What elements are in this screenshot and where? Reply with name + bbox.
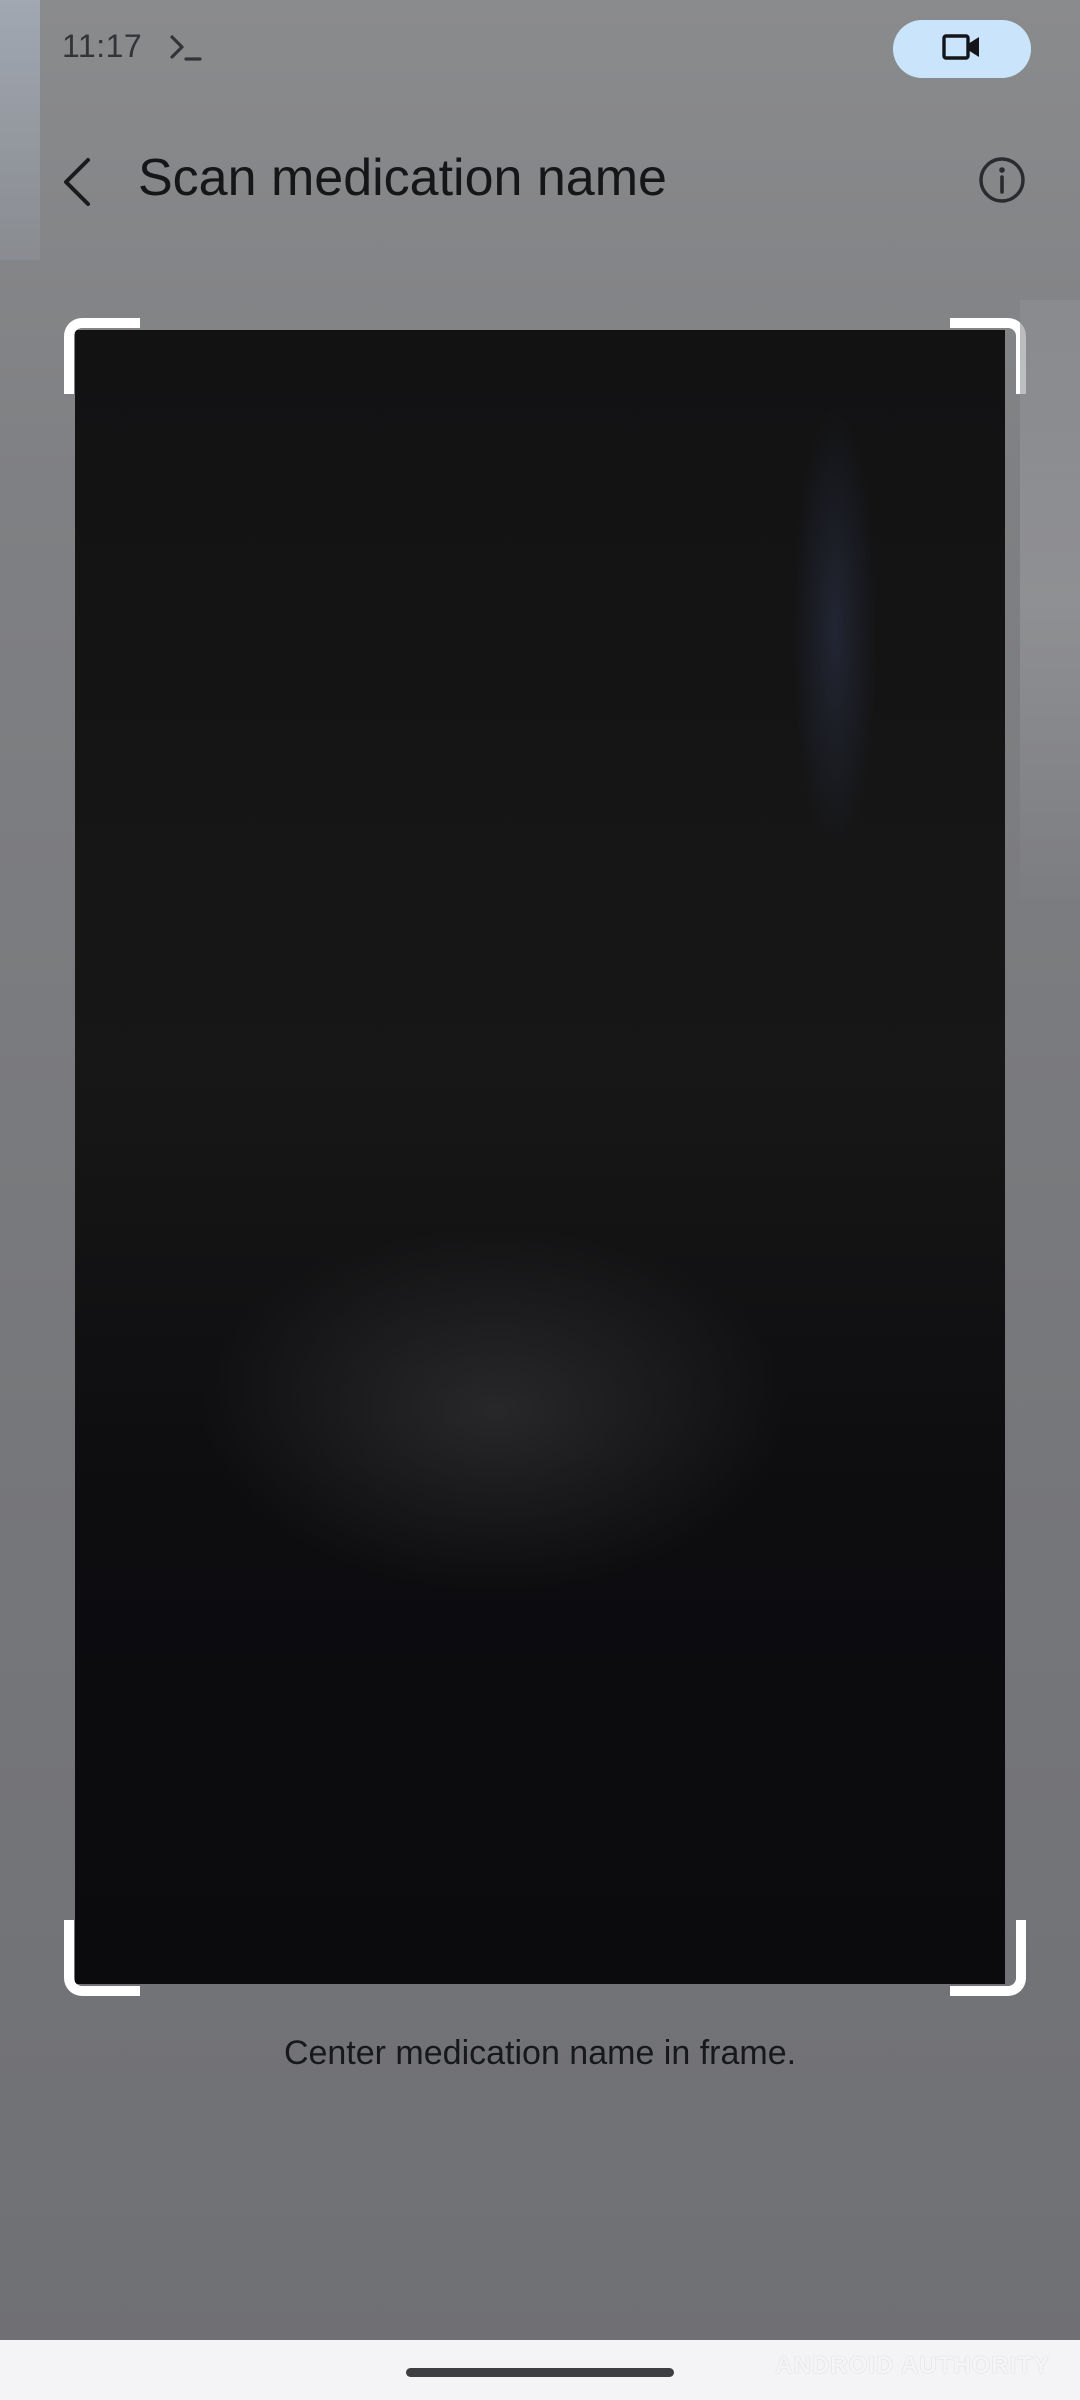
top-app-bar: Scan medication name xyxy=(0,130,1080,240)
watermark-text: ANDROID AUTHORITY xyxy=(775,2352,1050,2379)
back-button[interactable] xyxy=(46,152,110,216)
navigation-bar: ANDROID AUTHORITY xyxy=(0,2340,1080,2400)
gesture-handle[interactable] xyxy=(406,2368,674,2377)
frame-corner-top-left xyxy=(64,318,140,394)
scan-hint-text: Center medication name in frame. xyxy=(283,2034,797,2072)
camera-viewfinder[interactable] xyxy=(75,330,1005,1984)
status-time: 11:17 xyxy=(62,28,143,64)
chevron-left-icon xyxy=(58,156,98,213)
info-button[interactable] xyxy=(970,150,1034,214)
videocam-icon xyxy=(942,32,982,67)
status-bar: 11:17 xyxy=(0,0,1080,100)
frame-corner-bottom-left xyxy=(64,1920,140,1996)
info-outline-icon xyxy=(977,155,1027,210)
terminal-prompt-icon xyxy=(168,30,204,66)
frame-corner-top-right xyxy=(950,318,1026,394)
screen-recording-chip[interactable] xyxy=(893,20,1031,78)
screen: 11:17 Scan medication name Center medica… xyxy=(0,0,1080,2400)
page-title: Scan medication name xyxy=(138,149,667,207)
frame-corner-bottom-right xyxy=(950,1920,1026,1996)
